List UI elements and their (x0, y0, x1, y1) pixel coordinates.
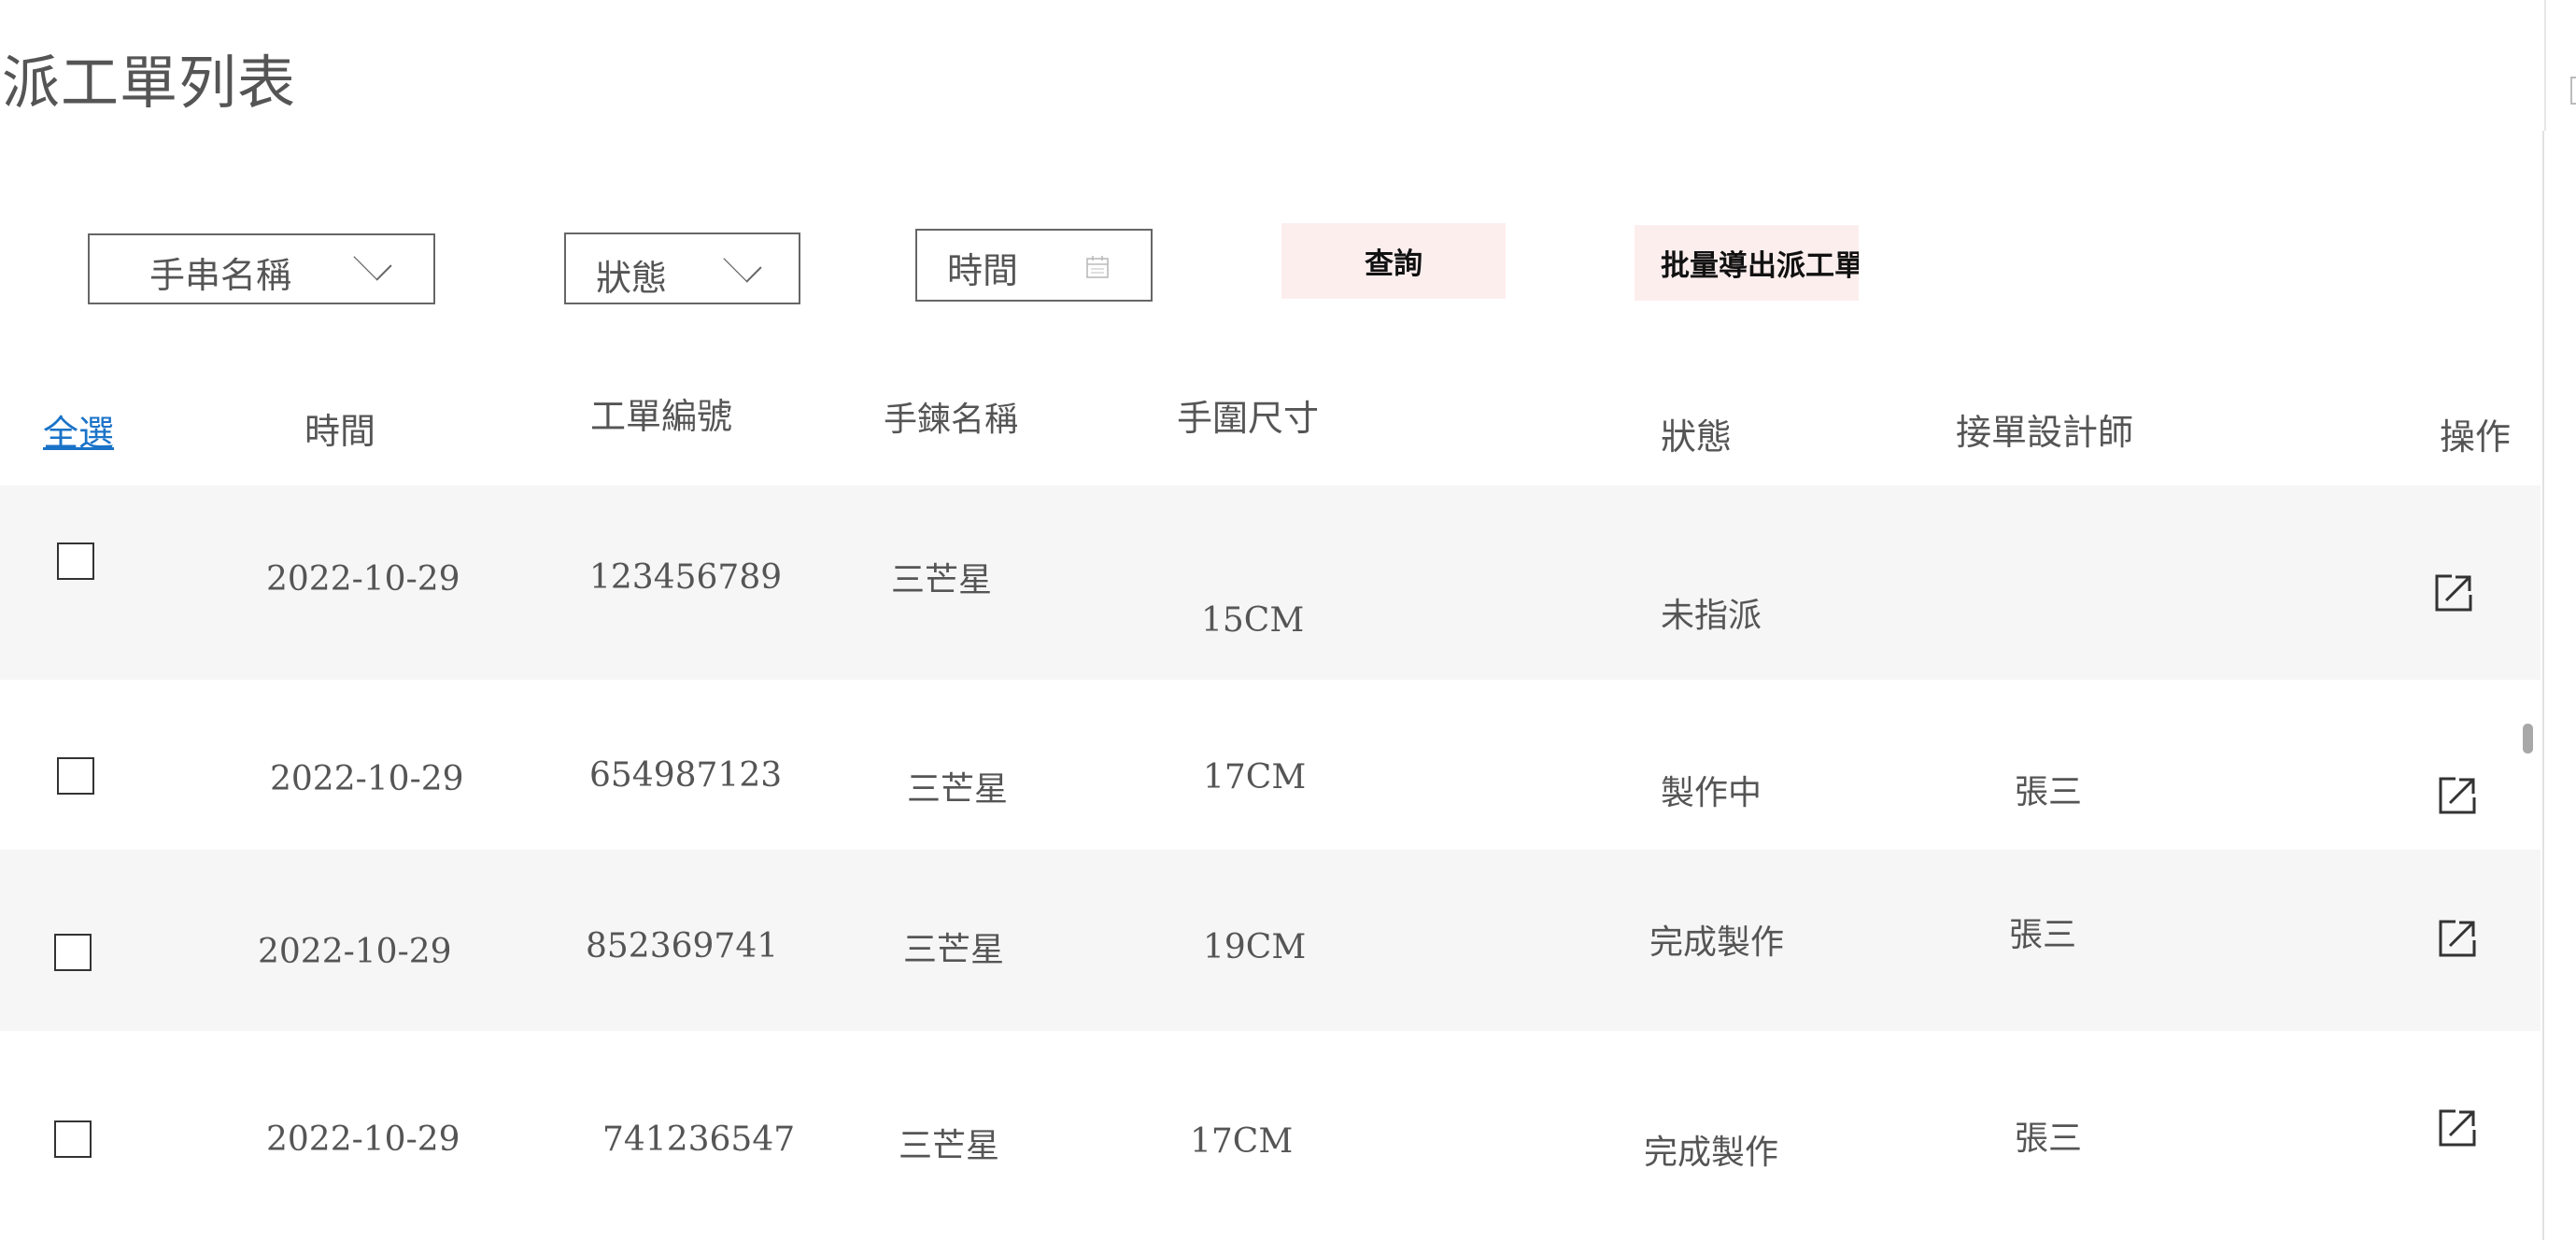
row-bracelet-name: 三芒星 (907, 770, 1009, 809)
query-button[interactable]: 查詢 (1281, 223, 1506, 299)
bracelet-name-dropdown[interactable]: 手串名稱 (88, 233, 435, 304)
row-order-no: 852369741 (586, 927, 779, 965)
row-bracelet-name: 三芒星 (891, 561, 993, 599)
row-designer: 張三 (2009, 916, 2077, 954)
column-header-order-no: 工單編號 (590, 396, 733, 437)
row-wrist-size: 19CM (1203, 928, 1307, 966)
row-status: 完成製作 (1649, 923, 1785, 962)
status-dropdown[interactable]: 狀態 (564, 232, 800, 304)
column-header-time: 時間 (304, 411, 376, 452)
row-bracelet-name: 三芒星 (899, 1127, 1000, 1165)
row-status: 未指派 (1661, 597, 1762, 635)
column-header-bracelet-name: 手鍊名稱 (884, 401, 1019, 439)
row-checkbox[interactable] (54, 934, 92, 971)
table-row: 2022-10-29 123456789 三芒星 15CM 未指派 (0, 486, 2541, 680)
row-time: 2022-10-29 (270, 760, 464, 798)
window-edge (2544, 0, 2576, 131)
row-wrist-size: 17CM (1190, 1122, 1294, 1161)
chevron-down-icon (353, 242, 392, 281)
side-panel-handle[interactable] (2570, 77, 2576, 105)
column-header-status: 狀態 (1661, 416, 1733, 458)
row-checkbox[interactable] (54, 1120, 92, 1158)
row-designer: 張三 (2015, 773, 2083, 811)
column-header-designer: 接單設計師 (1956, 412, 2134, 453)
row-order-no: 741236547 (602, 1120, 796, 1159)
external-link-icon[interactable] (2437, 1107, 2478, 1148)
column-header-action: 操作 (2440, 416, 2512, 458)
table-row: 2022-10-29 654987123 三芒星 17CM 製作中 張三 (0, 680, 2541, 850)
column-header-wrist-size: 手圍尺寸 (1177, 398, 1320, 439)
row-order-no: 123456789 (589, 558, 783, 597)
external-link-icon[interactable] (2433, 572, 2474, 613)
row-status: 完成製作 (1644, 1134, 1779, 1172)
external-link-icon[interactable] (2437, 775, 2478, 816)
row-wrist-size: 17CM (1203, 758, 1307, 796)
row-time: 2022-10-29 (266, 560, 460, 599)
row-order-no: 654987123 (589, 756, 783, 795)
calendar-icon (1086, 256, 1109, 278)
row-designer: 張三 (2015, 1120, 2083, 1158)
batch-export-button[interactable]: 批量導出派工單 (1635, 225, 1859, 301)
time-date-picker[interactable]: 時間 (915, 229, 1153, 302)
external-link-icon[interactable] (2437, 918, 2478, 959)
bracelet-name-dropdown-label: 手串名稱 (149, 255, 292, 296)
row-time: 2022-10-29 (258, 933, 452, 971)
row-wrist-size: 15CM (1201, 601, 1305, 640)
status-dropdown-label: 狀態 (596, 258, 668, 299)
chevron-down-icon (723, 244, 762, 283)
row-status: 製作中 (1661, 774, 1762, 812)
select-all-link[interactable]: 全選 (43, 404, 114, 456)
row-checkbox[interactable] (57, 757, 94, 795)
row-time: 2022-10-29 (266, 1120, 460, 1159)
scrollbar-track[interactable] (2542, 131, 2544, 1240)
table-row: 2022-10-29 741236547 三芒星 17CM 完成製作 張三 (0, 1031, 2541, 1240)
scrollbar-thumb[interactable] (2523, 724, 2533, 754)
row-checkbox[interactable] (57, 542, 94, 580)
page-title: 派工單列表 (2, 49, 297, 117)
table-row: 2022-10-29 852369741 三芒星 19CM 完成製作 張三 (0, 850, 2541, 1031)
time-date-picker-label: 時間 (947, 250, 1019, 291)
row-bracelet-name: 三芒星 (903, 931, 1005, 969)
